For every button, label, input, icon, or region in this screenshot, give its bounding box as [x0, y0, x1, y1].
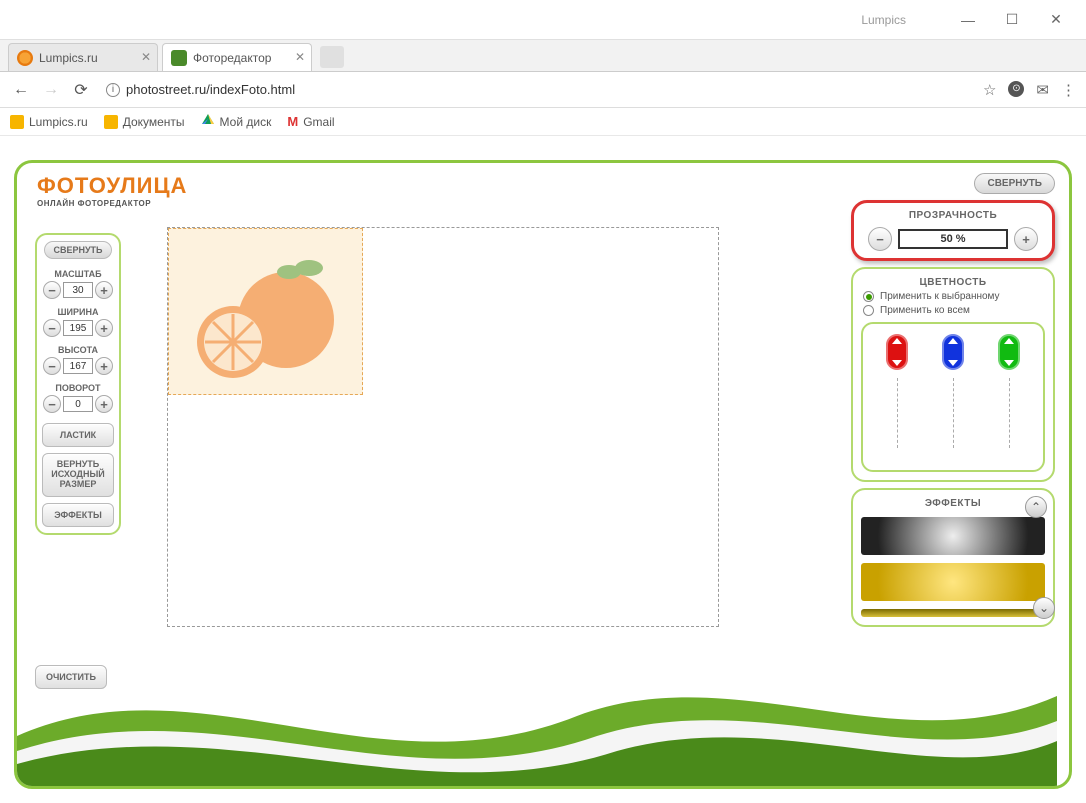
- close-icon[interactable]: ✕: [295, 50, 305, 64]
- height-stepper: − +: [43, 357, 113, 375]
- bookmark-gmail[interactable]: MGmail: [287, 114, 334, 129]
- tab-photoeditor[interactable]: Фоторедактор ✕: [162, 43, 312, 71]
- width-minus-button[interactable]: −: [43, 319, 61, 337]
- key-icon[interactable]: ⊙: [1008, 81, 1024, 97]
- logo-title: ФОТОУЛИЦА: [37, 173, 187, 199]
- bookmark-documents[interactable]: Документы: [104, 115, 185, 129]
- effect-swatch-3[interactable]: [861, 609, 1045, 617]
- orange-icon: [17, 50, 33, 66]
- logo-subtitle: ОНЛАЙН ФОТОРЕДАКТОР: [37, 199, 187, 208]
- tab-label: Фоторедактор: [193, 51, 271, 65]
- wave-decoration: [17, 646, 1057, 786]
- editor-icon: [171, 50, 187, 66]
- effect-swatch-2[interactable]: [861, 563, 1045, 601]
- url-field[interactable]: i photostreet.ru/indexFoto.html: [100, 82, 975, 97]
- effects-button[interactable]: ЭФФЕКТЫ: [42, 503, 114, 527]
- transparency-box: ПРОЗРАЧНОСТЬ − +: [851, 200, 1055, 261]
- effects-box: ЭФФЕКТЫ ⌃ ⌄: [851, 488, 1055, 627]
- height-input[interactable]: [63, 358, 93, 374]
- transparency-minus-button[interactable]: −: [868, 227, 892, 251]
- new-tab-button[interactable]: [320, 46, 344, 68]
- eraser-button[interactable]: ЛАСТИК: [42, 423, 114, 447]
- info-icon[interactable]: i: [106, 83, 120, 97]
- bookmark-lumpics[interactable]: Lumpics.ru: [10, 115, 88, 129]
- apply-selected-radio[interactable]: Применить к выбранному: [863, 291, 1043, 302]
- app-logo: ФОТОУЛИЦА ОНЛАЙН ФОТОРЕДАКТОР: [37, 173, 187, 208]
- scale-stepper: − +: [43, 281, 113, 299]
- scale-minus-button[interactable]: −: [43, 281, 61, 299]
- transparency-plus-button[interactable]: +: [1014, 227, 1038, 251]
- width-stepper: − +: [43, 319, 113, 337]
- maximize-button[interactable]: ☐: [990, 6, 1034, 34]
- close-button[interactable]: ✕: [1034, 6, 1078, 34]
- rotate-input[interactable]: [63, 396, 93, 412]
- back-button[interactable]: ←: [10, 79, 32, 101]
- height-minus-button[interactable]: −: [43, 357, 61, 375]
- apply-all-radio[interactable]: Применить ко всем: [863, 305, 1043, 316]
- radio-on-icon: [863, 291, 874, 302]
- effect-swatch-1[interactable]: [861, 517, 1045, 555]
- left-panel: СВЕРНУТЬ МАСШТАБ − + ШИРИНА − + ВЫСОТА −…: [35, 233, 121, 535]
- canvas-selection[interactable]: [168, 228, 363, 395]
- browser-tabstrip: Lumpics.ru ✕ Фоторедактор ✕: [0, 40, 1086, 72]
- effects-up-button[interactable]: ⌃: [1025, 496, 1047, 518]
- bookmarks-bar: Lumpics.ru Документы Мой диск MGmail: [0, 108, 1086, 136]
- mail-icon[interactable]: ✉: [1036, 81, 1049, 99]
- scale-input[interactable]: [63, 282, 93, 298]
- scale-label: МАСШТАБ: [54, 269, 101, 279]
- editor-canvas[interactable]: [167, 227, 719, 627]
- rotate-label: ПОВОРОТ: [55, 383, 100, 393]
- forward-button[interactable]: →: [40, 79, 62, 101]
- height-label: ВЫСОТА: [58, 345, 98, 355]
- gmail-icon: M: [287, 114, 298, 129]
- radio-off-icon: [863, 305, 874, 316]
- collapse-left-button[interactable]: СВЕРНУТЬ: [44, 241, 111, 259]
- menu-icon[interactable]: ⋮: [1061, 81, 1076, 99]
- tab-label: Lumpics.ru: [39, 51, 98, 65]
- rotate-minus-button[interactable]: −: [43, 395, 61, 413]
- close-icon[interactable]: ✕: [141, 50, 151, 64]
- effects-title: ЭФФЕКТЫ: [925, 498, 981, 509]
- tab-lumpics[interactable]: Lumpics.ru ✕: [8, 43, 158, 71]
- width-label: ШИРИНА: [58, 307, 99, 317]
- window-titlebar: Lumpics — ☐ ✕: [0, 0, 1086, 40]
- drive-icon: [201, 113, 215, 130]
- effects-down-button[interactable]: ⌄: [1033, 597, 1055, 619]
- color-box: ЦВЕТНОСТЬ Применить к выбранному Примени…: [851, 267, 1055, 482]
- window-title: Lumpics: [861, 13, 906, 27]
- minimize-button[interactable]: —: [946, 6, 990, 34]
- rotate-plus-button[interactable]: +: [95, 395, 113, 413]
- editor-app: ФОТОУЛИЦА ОНЛАЙН ФОТОРЕДАКТОР СВЕРНУТЬ М…: [14, 160, 1072, 789]
- right-panel: СВЕРНУТЬ ПРОЗРАЧНОСТЬ − + ЦВЕТНОСТЬ Прим…: [851, 173, 1055, 627]
- collapse-right-button[interactable]: СВЕРНУТЬ: [974, 173, 1055, 194]
- reload-button[interactable]: ⟳: [70, 79, 92, 101]
- scale-plus-button[interactable]: +: [95, 281, 113, 299]
- red-channel-slider[interactable]: [886, 334, 908, 370]
- width-plus-button[interactable]: +: [95, 319, 113, 337]
- rotate-stepper: − +: [43, 395, 113, 413]
- clear-button[interactable]: ОЧИСТИТЬ: [35, 665, 107, 689]
- restore-size-button[interactable]: ВЕРНУТЬ ИСХОДНЫЙ РАЗМЕР: [42, 453, 114, 497]
- url-text: photostreet.ru/indexFoto.html: [126, 82, 295, 97]
- address-bar: ← → ⟳ i photostreet.ru/indexFoto.html ☆ …: [0, 72, 1086, 108]
- transparency-input[interactable]: [898, 229, 1008, 249]
- width-input[interactable]: [63, 320, 93, 336]
- height-plus-button[interactable]: +: [95, 357, 113, 375]
- color-title: ЦВЕТНОСТЬ: [861, 277, 1045, 288]
- bookmark-drive[interactable]: Мой диск: [201, 113, 272, 130]
- orange-image: [181, 242, 351, 382]
- transparency-title: ПРОЗРАЧНОСТЬ: [861, 210, 1045, 221]
- green-channel-slider[interactable]: [998, 334, 1020, 370]
- color-channels: [861, 322, 1045, 472]
- star-icon[interactable]: ☆: [983, 81, 996, 99]
- blue-channel-slider[interactable]: [942, 334, 964, 370]
